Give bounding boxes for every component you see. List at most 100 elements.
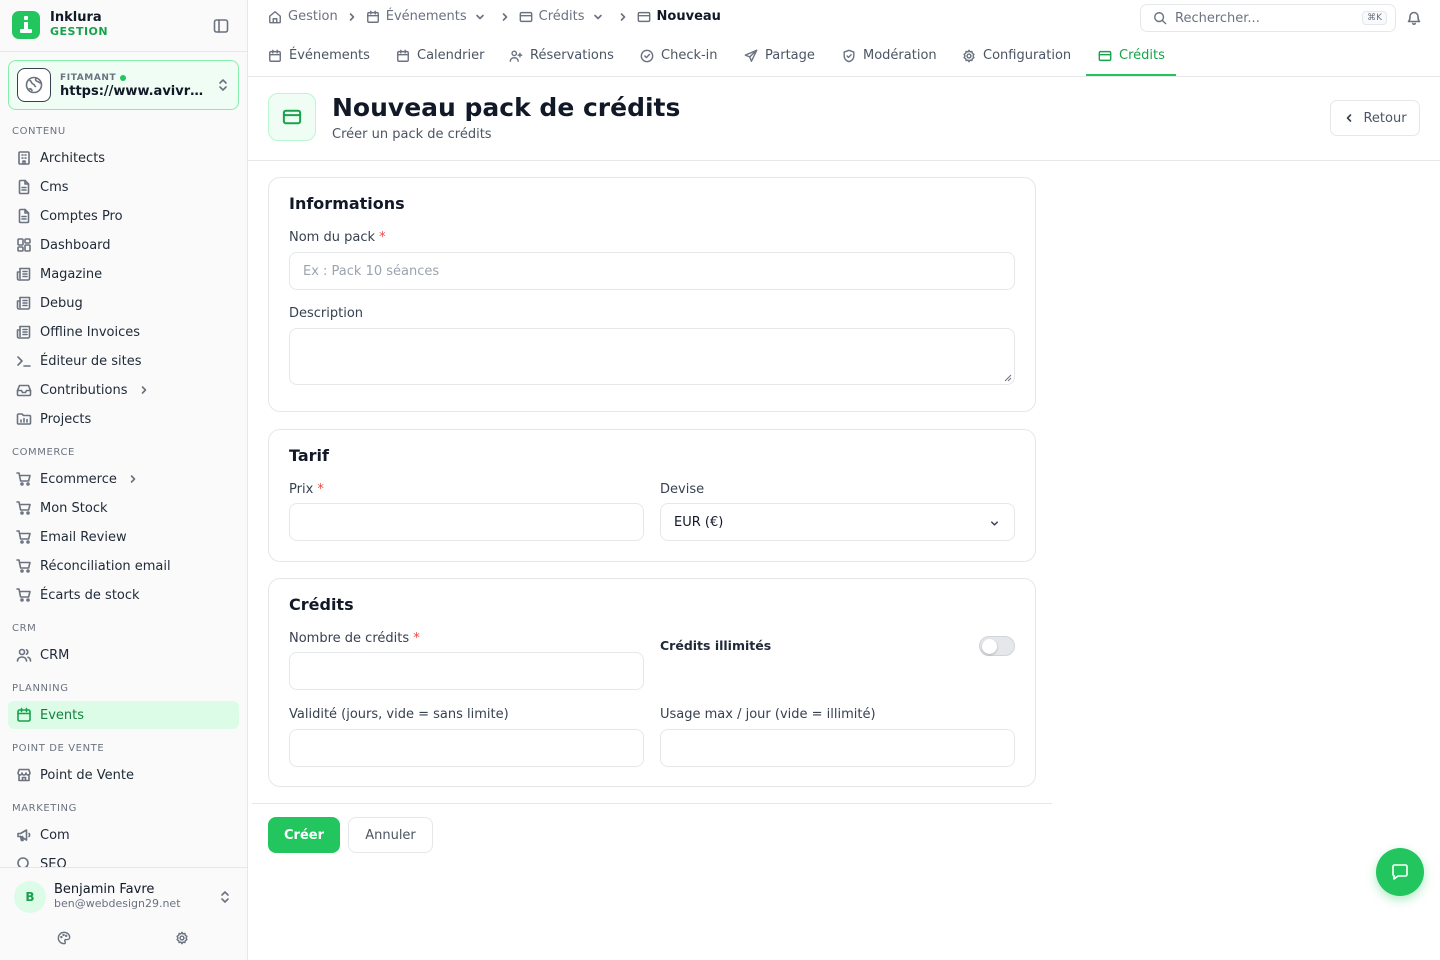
shield-check-icon: [843, 49, 855, 62]
sidebar-item-label: Point de Vente: [40, 767, 135, 783]
tab-configuration[interactable]: Configuration: [962, 34, 1071, 77]
workspace-switcher[interactable]: FITAMANT https://www.avivre-fitness.fr: [8, 60, 239, 110]
sidebar-item-offline-invoices[interactable]: Offline Invoices: [8, 318, 239, 346]
sidebar-item-ecommerce[interactable]: Ecommerce: [8, 465, 239, 493]
divider: [0, 51, 247, 52]
breadcrumb-label: Événements: [385, 9, 467, 24]
sidebar-item-projects[interactable]: Projects: [8, 405, 239, 433]
pack-name-input[interactable]: Ex : Pack 10 séances: [289, 252, 1015, 290]
unlimited-credits-toggle[interactable]: [979, 636, 1015, 656]
back-button[interactable]: Retour: [1330, 100, 1420, 136]
bell-icon[interactable]: [1406, 10, 1422, 26]
module-tabs: Événements Calendrier Réservations Check…: [248, 34, 1440, 77]
sidebar-item-label: Offline Invoices: [40, 324, 141, 340]
sidebar-item-label: Cms: [40, 179, 69, 195]
tab-label: Réservations: [530, 48, 614, 63]
chat-button[interactable]: [1376, 848, 1424, 896]
tab-calendrier[interactable]: Calendrier: [396, 34, 484, 77]
card-title: Informations: [289, 194, 405, 213]
sidebar-item-events[interactable]: Events: [8, 701, 239, 729]
sidebar-item-label: Écarts de stock: [40, 587, 140, 603]
breadcrumb-item-credits[interactable]: Crédits: [519, 9, 609, 24]
tab-partage[interactable]: Partage: [744, 34, 815, 77]
settings-icon: [963, 49, 975, 62]
validity-input[interactable]: [289, 729, 644, 767]
price-label: Prix *: [289, 482, 324, 497]
back-button-label: Retour: [1363, 110, 1407, 126]
tab-evenements[interactable]: Événements: [268, 34, 370, 77]
tab-credits[interactable]: Crédits: [1098, 34, 1165, 77]
tab-reservations[interactable]: Réservations: [509, 34, 614, 77]
globe-icon: [17, 68, 51, 102]
resize-handle-icon[interactable]: [1004, 374, 1012, 382]
tab-label: Configuration: [983, 48, 1072, 63]
sidebar-item-seo[interactable]: SEO: [8, 850, 239, 868]
sidebar-item-dashboard[interactable]: Dashboard: [8, 231, 239, 259]
breadcrumb-item-gestion[interactable]: Gestion: [268, 9, 338, 24]
max-usage-input[interactable]: [660, 729, 1015, 767]
user-menu[interactable]: B Benjamin Favre ben@webdesign29.net: [14, 881, 181, 913]
folder-chart-icon: [16, 413, 32, 425]
sidebar-item-magazine[interactable]: Magazine: [8, 260, 239, 288]
newspaper-icon: [16, 325, 31, 339]
brand-logo-icon: [12, 11, 40, 39]
check-circle-icon: [640, 49, 654, 62]
sidebar-nav[interactable]: CONTENU Architects Cms Comptes Pro Dashb…: [0, 118, 247, 868]
avatar: B: [14, 881, 46, 913]
chevron-down-icon: [991, 521, 998, 526]
sidebar-item-label: Contributions: [40, 382, 128, 398]
section-label-contenu: CONTENU: [12, 126, 66, 137]
newspaper-icon: [16, 267, 31, 281]
price-input[interactable]: [289, 503, 644, 541]
currency-select[interactable]: EUR (€): [660, 503, 1015, 541]
breadcrumb-item-evenements[interactable]: Événements: [366, 9, 491, 24]
cancel-button[interactable]: Annuler: [348, 817, 433, 853]
tab-label: Modération: [863, 48, 937, 63]
sidebar-item-label: Events: [40, 707, 85, 723]
topbar: Gestion Événements Crédits Nouveau Reche…: [248, 0, 1440, 34]
chevron-right-icon: [620, 12, 625, 21]
cart-icon: [16, 559, 31, 573]
palette-icon[interactable]: [57, 931, 71, 945]
sidebar-item-point-de-vente[interactable]: Point de Vente: [8, 761, 239, 789]
send-icon: [744, 49, 758, 62]
page-header: Nouveau pack de crédits Créer un pack de…: [248, 77, 1440, 161]
sidebar-item-editeur-de-sites[interactable]: Éditeur de sites: [8, 347, 239, 375]
sidebar-item-reconciliation-email[interactable]: Réconciliation email: [8, 552, 239, 580]
chevrons-up-down-icon[interactable]: [219, 890, 231, 904]
tab-check-in[interactable]: Check-in: [640, 34, 718, 77]
credits-count-input[interactable]: [289, 652, 644, 690]
sidebar-item-comptes-pro[interactable]: Comptes Pro: [8, 202, 239, 230]
sidebar-item-cms[interactable]: Cms: [8, 173, 239, 201]
required-marker: *: [317, 482, 324, 497]
workspace-label: FITAMANT: [60, 73, 117, 83]
tab-label: Check-in: [661, 48, 718, 63]
sidebar-item-debug[interactable]: Debug: [8, 289, 239, 317]
create-button[interactable]: Créer: [268, 817, 340, 853]
brand[interactable]: Inklura GESTION: [12, 11, 108, 39]
search-input[interactable]: Rechercher... ⌘K: [1140, 4, 1396, 32]
toggle-knob: [982, 639, 997, 654]
sidebar-item-architects[interactable]: Architects: [8, 144, 239, 172]
tab-label: Partage: [765, 48, 815, 63]
sidebar-item-com[interactable]: Com: [8, 821, 239, 849]
user-email: ben@webdesign29.net: [54, 897, 181, 910]
calendar-icon: [17, 707, 31, 722]
sidebar-toggle-icon[interactable]: [213, 18, 229, 34]
sidebar-item-ecarts-de-stock[interactable]: Écarts de stock: [8, 581, 239, 609]
validity-label: Validité (jours, vide = sans limite): [289, 707, 509, 722]
tab-label: Événements: [289, 48, 370, 63]
sidebar-item-mon-stock[interactable]: Mon Stock: [8, 494, 239, 522]
currency-value: EUR (€): [674, 514, 724, 530]
newspaper-icon: [16, 296, 31, 310]
tab-moderation[interactable]: Modération: [842, 34, 937, 77]
sidebar-item-contributions[interactable]: Contributions: [8, 376, 239, 404]
workspace-url: https://www.avivre-fitness.fr: [60, 85, 205, 99]
sidebar-item-email-review[interactable]: Email Review: [8, 523, 239, 551]
settings-icon[interactable]: [175, 931, 189, 945]
sidebar-item-crm[interactable]: CRM: [8, 641, 239, 669]
description-textarea[interactable]: [289, 328, 1015, 385]
card-credits: Crédits Nombre de crédits * Crédits illi…: [268, 578, 1036, 787]
credit-card-icon: [637, 11, 650, 22]
cart-icon: [16, 530, 31, 544]
